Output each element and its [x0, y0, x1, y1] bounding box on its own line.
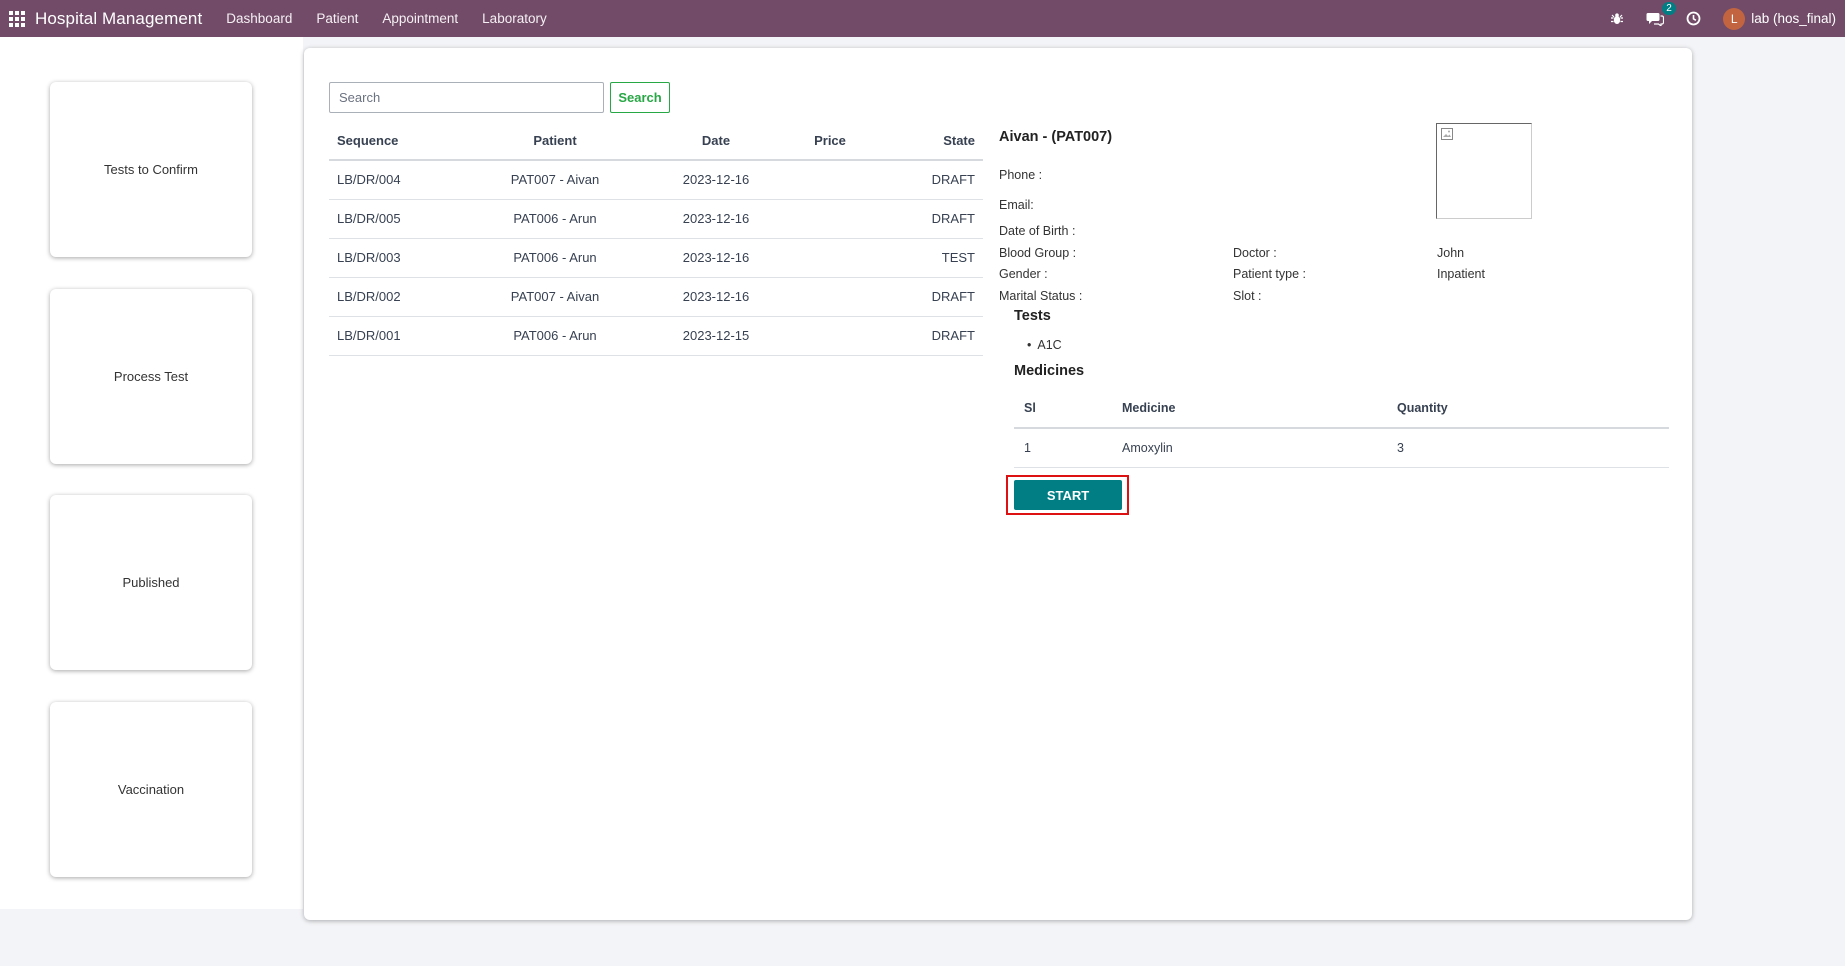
- app-brand[interactable]: Hospital Management: [35, 9, 202, 29]
- nav-patient[interactable]: Patient: [316, 11, 358, 26]
- phone-label: Phone :: [999, 168, 1043, 182]
- nav-laboratory[interactable]: Laboratory: [482, 11, 547, 26]
- lab-requests-table: Sequence Patient Date Price State LB/DR/…: [329, 121, 983, 356]
- cell-state: DRAFT: [861, 199, 983, 239]
- cell-sequence: LB/DR/004: [329, 160, 477, 200]
- cell-medicine: Amoxylin: [1122, 428, 1397, 468]
- cell-sl: 1: [1014, 428, 1122, 468]
- cell-price: [799, 316, 861, 356]
- cell-sequence: LB/DR/003: [329, 238, 477, 278]
- cell-patient: PAT007 - Aivan: [477, 160, 633, 200]
- nav-appointment[interactable]: Appointment: [382, 11, 458, 26]
- cell-sequence: LB/DR/001: [329, 316, 477, 356]
- col-state: State: [861, 121, 983, 161]
- dob-label: Date of Birth :: [999, 224, 1076, 238]
- col-sl: Sl: [1014, 389, 1122, 429]
- test-item: A1C: [1027, 338, 1061, 352]
- table-row[interactable]: LB/DR/001 PAT006 - Arun 2023-12-15 DRAFT: [329, 316, 983, 356]
- doctor-value: John: [1437, 246, 1465, 260]
- tile-tests-to-confirm[interactable]: Tests to Confirm: [50, 82, 252, 257]
- navbar-systray: 2 L lab (hos_final): [1610, 0, 1845, 37]
- tests-title: Tests: [1014, 308, 1051, 324]
- search-input[interactable]: [329, 82, 604, 113]
- top-navbar: Hospital Management Dashboard Patient Ap…: [0, 0, 1845, 37]
- patient-type-label: Patient type :: [1233, 267, 1306, 281]
- patient-title: Aivan - (PAT007): [999, 129, 1113, 145]
- slot-label: Slot :: [1233, 289, 1262, 303]
- email-label: Email:: [999, 198, 1034, 212]
- tile-vaccination[interactable]: Vaccination: [50, 702, 252, 877]
- search-button[interactable]: Search: [610, 82, 670, 113]
- col-medicine: Medicine: [1122, 389, 1397, 429]
- main-card: Search Sequence Patient Date Price State…: [304, 48, 1692, 920]
- medicines-table: Sl Medicine Quantity 1 Amoxylin 3: [1014, 389, 1669, 468]
- cell-state: TEST: [861, 238, 983, 278]
- cell-price: [799, 238, 861, 278]
- table-row[interactable]: LB/DR/002 PAT007 - Aivan 2023-12-16 DRAF…: [329, 277, 983, 317]
- nav-dashboard[interactable]: Dashboard: [226, 11, 292, 26]
- medicine-row: 1 Amoxylin 3: [1014, 428, 1669, 468]
- doctor-label: Doctor :: [1233, 246, 1277, 260]
- table-header-row: Sequence Patient Date Price State: [329, 121, 983, 161]
- cell-sequence: LB/DR/002: [329, 277, 477, 317]
- user-menu[interactable]: L lab (hos_final): [1723, 7, 1836, 30]
- start-button[interactable]: START: [1014, 480, 1122, 510]
- cell-patient: PAT006 - Arun: [477, 238, 633, 278]
- marital-status-label: Marital Status :: [999, 289, 1083, 303]
- medicines-header-row: Sl Medicine Quantity: [1014, 389, 1669, 429]
- table-row[interactable]: LB/DR/004 PAT007 - Aivan 2023-12-16 DRAF…: [329, 160, 983, 200]
- col-sequence: Sequence: [329, 121, 477, 161]
- cell-date: 2023-12-16: [633, 238, 799, 278]
- cell-patient: PAT006 - Arun: [477, 199, 633, 239]
- col-date: Date: [633, 121, 799, 161]
- cell-price: [799, 199, 861, 239]
- tile-published[interactable]: Published: [50, 495, 252, 670]
- gender-label: Gender :: [999, 267, 1048, 281]
- cell-price: [799, 277, 861, 317]
- patient-photo: [1436, 123, 1532, 219]
- blood-group-label: Blood Group :: [999, 246, 1077, 260]
- cell-date: 2023-12-16: [633, 160, 799, 200]
- messages-chat-icon[interactable]: 2: [1646, 2, 1676, 26]
- messages-count-badge: 2: [1662, 2, 1676, 15]
- table-row[interactable]: LB/DR/003 PAT006 - Arun 2023-12-16 TEST: [329, 238, 983, 278]
- broken-image-icon: [1441, 128, 1453, 140]
- col-price: Price: [799, 121, 861, 161]
- medicines-title: Medicines: [1014, 363, 1085, 379]
- cell-price: [799, 160, 861, 200]
- patient-detail-panel: Aivan - (PAT007) Phone : Email: Date of …: [999, 48, 1679, 648]
- cell-date: 2023-12-15: [633, 316, 799, 356]
- user-name: lab (hos_final): [1751, 11, 1836, 26]
- patient-type-value: Inpatient: [1437, 267, 1485, 281]
- cell-patient: PAT007 - Aivan: [477, 277, 633, 317]
- debug-bug-icon[interactable]: [1610, 12, 1624, 26]
- cell-state: DRAFT: [861, 316, 983, 356]
- tile-process-test[interactable]: Process Test: [50, 289, 252, 464]
- left-panel: Tests to Confirm Process Test Published …: [0, 37, 303, 909]
- activity-clock-icon[interactable]: [1686, 11, 1701, 26]
- user-avatar: L: [1723, 7, 1746, 30]
- cell-date: 2023-12-16: [633, 199, 799, 239]
- cell-quantity: 3: [1397, 428, 1669, 468]
- cell-date: 2023-12-16: [633, 277, 799, 317]
- apps-menu-icon[interactable]: [9, 10, 25, 27]
- col-patient: Patient: [477, 121, 633, 161]
- cell-sequence: LB/DR/005: [329, 199, 477, 239]
- col-quantity: Quantity: [1397, 389, 1669, 429]
- table-row[interactable]: LB/DR/005 PAT006 - Arun 2023-12-16 DRAFT: [329, 199, 983, 239]
- cell-patient: PAT006 - Arun: [477, 316, 633, 356]
- cell-state: DRAFT: [861, 160, 983, 200]
- cell-state: DRAFT: [861, 277, 983, 317]
